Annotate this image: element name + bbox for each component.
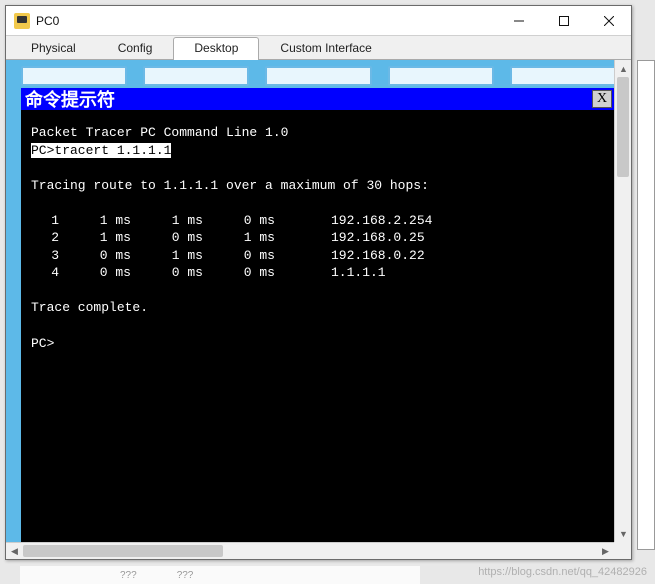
hop-row: 11 ms1 ms0 ms192.168.2.254 bbox=[31, 213, 432, 228]
scroll-up-button[interactable]: ▲ bbox=[615, 60, 631, 77]
maximize-button[interactable] bbox=[541, 6, 586, 35]
vertical-scroll-track[interactable] bbox=[615, 77, 631, 525]
desktop-app-icon[interactable] bbox=[143, 66, 249, 86]
desktop-app-icon[interactable] bbox=[510, 66, 616, 86]
terminal-prompt: PC> bbox=[31, 336, 54, 351]
scrollbar-corner bbox=[614, 542, 631, 559]
vertical-scrollbar[interactable]: ▲ ▼ bbox=[614, 60, 631, 542]
hop-row: 40 ms0 ms0 ms1.1.1.1 bbox=[31, 265, 386, 280]
hop-row: 21 ms0 ms1 ms192.168.0.25 bbox=[31, 230, 425, 245]
terminal-titlebar: 命令提示符 X bbox=[21, 88, 616, 110]
scroll-left-button[interactable]: ◀ bbox=[6, 543, 23, 559]
minimize-button[interactable] bbox=[496, 6, 541, 35]
horizontal-scroll-thumb[interactable] bbox=[23, 545, 223, 557]
content-area: 命令提示符 X Packet Tracer PC Command Line 1.… bbox=[6, 60, 631, 559]
tracing-line: Tracing route to 1.1.1.1 over a maximum … bbox=[31, 178, 429, 193]
scroll-right-button[interactable]: ▶ bbox=[597, 543, 614, 559]
tab-config[interactable]: Config bbox=[97, 37, 174, 60]
desktop-app-icon[interactable] bbox=[265, 66, 371, 86]
terminal-close-button[interactable]: X bbox=[592, 90, 612, 108]
terminal-header-line: Packet Tracer PC Command Line 1.0 bbox=[31, 125, 288, 140]
titlebar: PC0 bbox=[6, 6, 631, 36]
terminal-prompt-highlight: PC>tracert 1.1.1.1 bbox=[31, 143, 171, 158]
tab-custom-interface[interactable]: Custom Interface bbox=[259, 37, 392, 60]
bottom-strip: ?????? bbox=[20, 566, 420, 584]
tab-desktop[interactable]: Desktop bbox=[173, 37, 259, 60]
scroll-down-button[interactable]: ▼ bbox=[615, 525, 631, 542]
watermark: https://blog.csdn.net/qq_42482926 bbox=[478, 566, 647, 578]
pc0-window: PC0 Physical Config Desktop Custom Inter… bbox=[5, 5, 632, 560]
vertical-scroll-thumb[interactable] bbox=[617, 77, 629, 177]
desktop-app-icon[interactable] bbox=[388, 66, 494, 86]
hop-row: 30 ms1 ms0 ms192.168.0.22 bbox=[31, 248, 425, 263]
tabbar: Physical Config Desktop Custom Interface bbox=[6, 36, 631, 60]
app-icon bbox=[14, 13, 30, 29]
window-title: PC0 bbox=[36, 14, 496, 28]
close-button[interactable] bbox=[586, 6, 631, 35]
desktop-app-icon[interactable] bbox=[21, 66, 127, 86]
tab-physical[interactable]: Physical bbox=[10, 37, 97, 60]
background-window bbox=[637, 60, 655, 550]
horizontal-scrollbar[interactable]: ◀ ▶ bbox=[6, 542, 614, 559]
desktop-background: 命令提示符 X Packet Tracer PC Command Line 1.… bbox=[6, 60, 631, 559]
terminal-title: 命令提示符 bbox=[25, 86, 592, 112]
trace-complete: Trace complete. bbox=[31, 300, 148, 315]
horizontal-scroll-track[interactable] bbox=[23, 543, 597, 559]
terminal-output[interactable]: Packet Tracer PC Command Line 1.0 PC>tra… bbox=[21, 110, 616, 549]
command-prompt-window: 命令提示符 X Packet Tracer PC Command Line 1.… bbox=[21, 88, 616, 549]
